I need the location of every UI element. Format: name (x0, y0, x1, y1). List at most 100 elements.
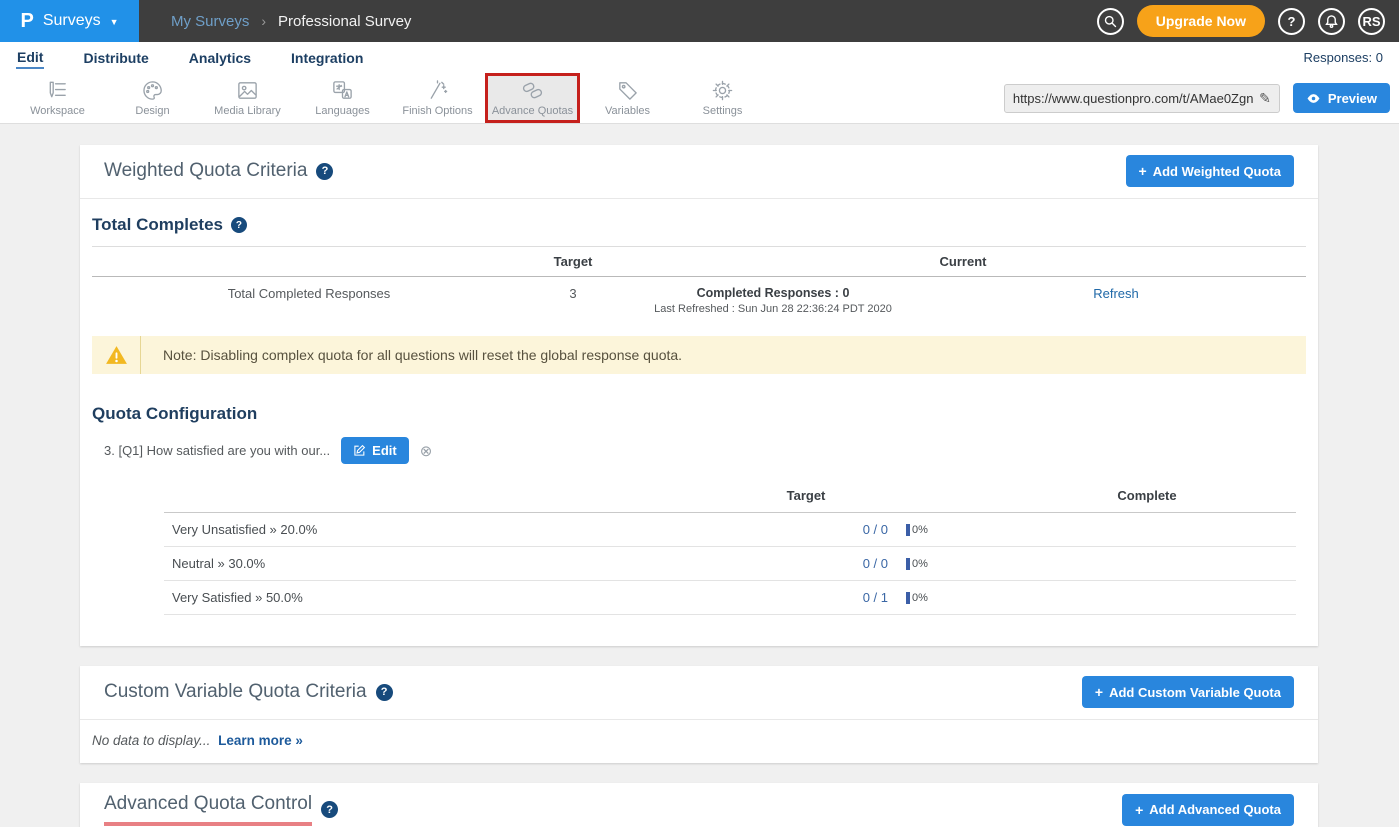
toolbar-item-media-library[interactable]: Media Library (200, 73, 295, 123)
advanced-quota-header: Advanced Quota Control ? + Add Advanced … (80, 783, 1318, 827)
topbar-actions: Upgrade Now ? RS (1097, 5, 1399, 37)
chevron-down-icon: ▼ (110, 17, 119, 27)
advanced-quota-title: Advanced Quota Control ? (104, 793, 338, 826)
target-column-header: Target (724, 488, 888, 503)
add-weighted-quota-button[interactable]: + Add Weighted Quota (1126, 155, 1295, 187)
quota-table-head: Target Complete (164, 480, 1296, 513)
remove-quota-icon[interactable]: ⊗ (420, 442, 433, 460)
quota-question-label: 3. [Q1] How satisfied are you with our..… (104, 443, 330, 458)
edit-quota-button[interactable]: Edit (341, 437, 409, 464)
target-column-header: Target (526, 254, 620, 269)
last-refreshed-timestamp: Last Refreshed : Sun Jun 28 22:36:24 PDT… (620, 303, 926, 315)
tab-analytics[interactable]: Analytics (188, 47, 252, 68)
current-column-header: Current (620, 254, 1306, 269)
tab-distribute[interactable]: Distribute (82, 47, 149, 68)
search-icon (1103, 14, 1118, 29)
note-text: Note: Disabling complex quota for all qu… (163, 347, 682, 363)
help-icon[interactable]: ? (321, 801, 338, 818)
main-content: Weighted Quota Criteria ? + Add Weighted… (0, 124, 1399, 827)
quota-row-label: Neutral » 30.0% (164, 556, 724, 571)
search-button[interactable] (1097, 8, 1124, 35)
toolbar-item-label: Design (135, 105, 169, 117)
empty-header-cell (92, 254, 526, 269)
breadcrumb: My Surveys › Professional Survey (171, 13, 411, 30)
toolbar-item-label: Variables (605, 105, 650, 117)
tab-integration[interactable]: Integration (290, 47, 364, 68)
quota-target-value: 0 / 0 (724, 522, 888, 537)
progress-bar (906, 524, 910, 536)
quota-configuration-heading: Quota Configuration (92, 404, 1306, 424)
toolbar-item-label: Advance Quotas (492, 105, 573, 117)
toolbar-item-workspace[interactable]: Workspace (10, 73, 105, 123)
image-icon (236, 79, 259, 102)
toolbar-item-advance-quotas[interactable]: Advance Quotas (485, 73, 580, 123)
quota-target-value: 0 / 1 (724, 590, 888, 605)
add-custom-variable-quota-label: Add Custom Variable Quota (1109, 685, 1281, 700)
advanced-quota-card: Advanced Quota Control ? + Add Advanced … (80, 783, 1318, 827)
user-avatar[interactable]: RS (1358, 8, 1385, 35)
custom-variable-title: Custom Variable Quota Criteria ? (104, 681, 393, 703)
total-completed-responses-label: Total Completed Responses (92, 286, 526, 315)
gear-icon (711, 79, 734, 102)
toolbar-item-label: Settings (703, 105, 743, 117)
plus-icon: + (1095, 684, 1103, 700)
quota-row-label: Very Satisfied » 50.0% (164, 590, 724, 605)
survey-url-input[interactable] (1013, 91, 1255, 106)
help-icon[interactable]: ? (316, 163, 333, 180)
quota-note-banner: Note: Disabling complex quota for all qu… (92, 336, 1306, 374)
edit-url-icon[interactable]: ✎ (1259, 90, 1271, 107)
breadcrumb-separator-icon: › (261, 13, 266, 29)
total-completes-heading: Total Completes ? (92, 215, 1306, 235)
toolbar-item-label: Finish Options (402, 105, 472, 117)
empty-header-cell (888, 488, 998, 503)
toolbar-item-settings[interactable]: Settings (675, 73, 770, 123)
quota-percent: 0% (912, 524, 928, 536)
toolbar-item-label: Languages (315, 105, 369, 117)
tab-edit[interactable]: Edit (16, 46, 44, 69)
quota-row-very-satisfied: Very Satisfied » 50.0% 0 / 1 0% (164, 581, 1296, 615)
eye-icon (1306, 91, 1321, 106)
refresh-link[interactable]: Refresh (1093, 286, 1139, 301)
notifications-button[interactable] (1318, 8, 1345, 35)
help-icon[interactable]: ? (376, 684, 393, 701)
topbar: P Surveys ▼ My Surveys › Professional Su… (0, 0, 1399, 42)
total-completes-row: Total Completed Responses 3 Completed Re… (92, 277, 1306, 321)
toolbar-right: ✎ Preview (1004, 73, 1399, 123)
weighted-quota-body: Total Completes ? Target Current Total C… (80, 199, 1318, 646)
add-weighted-quota-label: Add Weighted Quota (1153, 164, 1281, 179)
upgrade-now-button[interactable]: Upgrade Now (1137, 5, 1265, 37)
warning-triangle-icon (104, 343, 129, 368)
weighted-quota-header: Weighted Quota Criteria ? + Add Weighted… (80, 145, 1318, 199)
completed-responses-count: Completed Responses : 0 (620, 286, 926, 300)
toolbar-item-variables[interactable]: Variables (580, 73, 675, 123)
add-custom-variable-quota-button[interactable]: + Add Custom Variable Quota (1082, 676, 1294, 708)
breadcrumb-current-survey: Professional Survey (278, 13, 411, 30)
toolbar-item-label: Media Library (214, 105, 281, 117)
preview-button[interactable]: Preview (1293, 83, 1390, 113)
target-value: 3 (526, 286, 620, 315)
quota-progress-cell: 0% (888, 524, 998, 536)
custom-variable-quota-card: Custom Variable Quota Criteria ? + Add C… (80, 666, 1318, 763)
toolbar-item-finish-options[interactable]: Finish Options (390, 73, 485, 123)
translate-icon (331, 79, 354, 102)
breadcrumb-my-surveys[interactable]: My Surveys (171, 13, 249, 30)
responses-count: Responses: 0 (1304, 50, 1384, 65)
toolbar-item-design[interactable]: Design (105, 73, 200, 123)
total-completes-table: Target Current Total Completed Responses… (92, 246, 1306, 321)
progress-bar (906, 558, 910, 570)
edit-button-label: Edit (372, 443, 397, 458)
chain-link-icon (521, 79, 544, 102)
quota-table: Target Complete Very Unsatisfied » 20.0%… (164, 480, 1296, 615)
preview-label: Preview (1328, 91, 1377, 106)
plus-icon: + (1135, 802, 1143, 818)
weighted-quota-title: Weighted Quota Criteria ? (104, 160, 333, 182)
add-advanced-quota-button[interactable]: + Add Advanced Quota (1122, 794, 1294, 826)
help-button[interactable]: ? (1278, 8, 1305, 35)
help-icon[interactable]: ? (231, 217, 247, 233)
product-menu-button[interactable]: P Surveys ▼ (0, 0, 139, 42)
toolbar-item-languages[interactable]: Languages (295, 73, 390, 123)
custom-variable-header: Custom Variable Quota Criteria ? + Add C… (80, 666, 1318, 720)
learn-more-link[interactable]: Learn more » (218, 733, 303, 748)
quota-row-neutral: Neutral » 30.0% 0 / 0 0% (164, 547, 1296, 581)
tag-icon (616, 79, 639, 102)
